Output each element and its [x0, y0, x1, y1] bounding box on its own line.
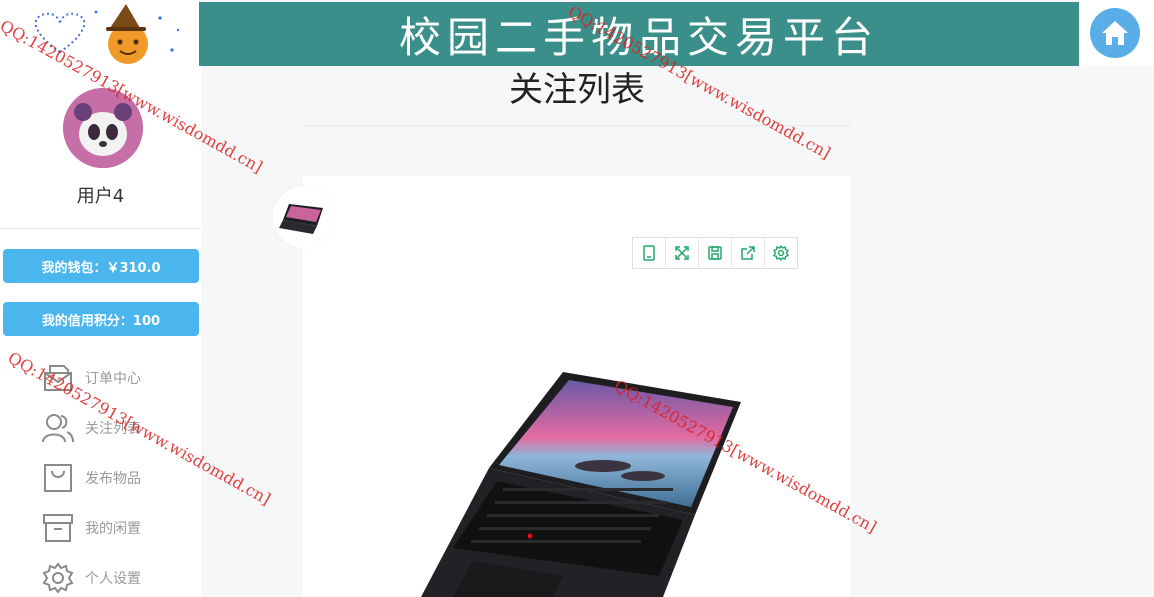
site-banner-title: 校园二手物品交易平台 [199, 2, 1079, 66]
wallet-button[interactable]: 我的钱包：￥310.0 [3, 249, 199, 283]
home-area [1080, 0, 1154, 66]
settings-icon [773, 245, 789, 261]
sidebar-item-settings[interactable]: 个人设置 [40, 560, 190, 596]
home-button[interactable] [1090, 8, 1140, 58]
divider [303, 125, 851, 126]
archive-icon [40, 510, 76, 546]
mail-icon [40, 360, 76, 396]
user-profile: 用户4 [0, 66, 201, 229]
bag-icon [40, 460, 76, 496]
save-icon [708, 246, 722, 260]
sidebar-item-publish[interactable]: 发布物品 [40, 460, 190, 496]
sidebar-item-follow-list[interactable]: 关注列表 [40, 410, 190, 446]
avatar[interactable] [63, 88, 143, 168]
gear-icon [40, 560, 76, 596]
page-title: 关注列表 [509, 70, 645, 110]
users-icon [40, 410, 76, 446]
sidebar-item-label: 发布物品 [85, 471, 141, 487]
share-button[interactable] [732, 238, 765, 268]
mobile-icon [643, 245, 655, 261]
settings-button[interactable] [765, 238, 797, 268]
fullscreen-button[interactable] [666, 238, 699, 268]
username: 用户4 [76, 186, 125, 207]
site-logo [0, 0, 199, 66]
sidebar: 用户4 我的钱包：￥310.0 我的信用积分：100 订单中心 关注列表 发布物… [0, 66, 201, 597]
home-icon [1102, 21, 1128, 45]
sidebar-item-label: 关注列表 [85, 421, 141, 437]
save-button[interactable] [699, 238, 732, 268]
share-icon [741, 246, 755, 260]
image-toolbar [632, 237, 798, 269]
sidebar-item-label: 个人设置 [85, 571, 141, 587]
item-thumbnail[interactable] [273, 186, 335, 248]
sidebar-item-my-idle[interactable]: 我的闲置 [40, 510, 190, 546]
sidebar-item-orders[interactable]: 订单中心 [40, 360, 190, 396]
credit-score-button[interactable]: 我的信用积分：100 [3, 302, 199, 336]
expand-icon [675, 246, 689, 260]
mobile-view-button[interactable] [633, 238, 666, 268]
sidebar-item-label: 订单中心 [85, 371, 141, 387]
sidebar-item-label: 我的闲置 [85, 521, 141, 537]
